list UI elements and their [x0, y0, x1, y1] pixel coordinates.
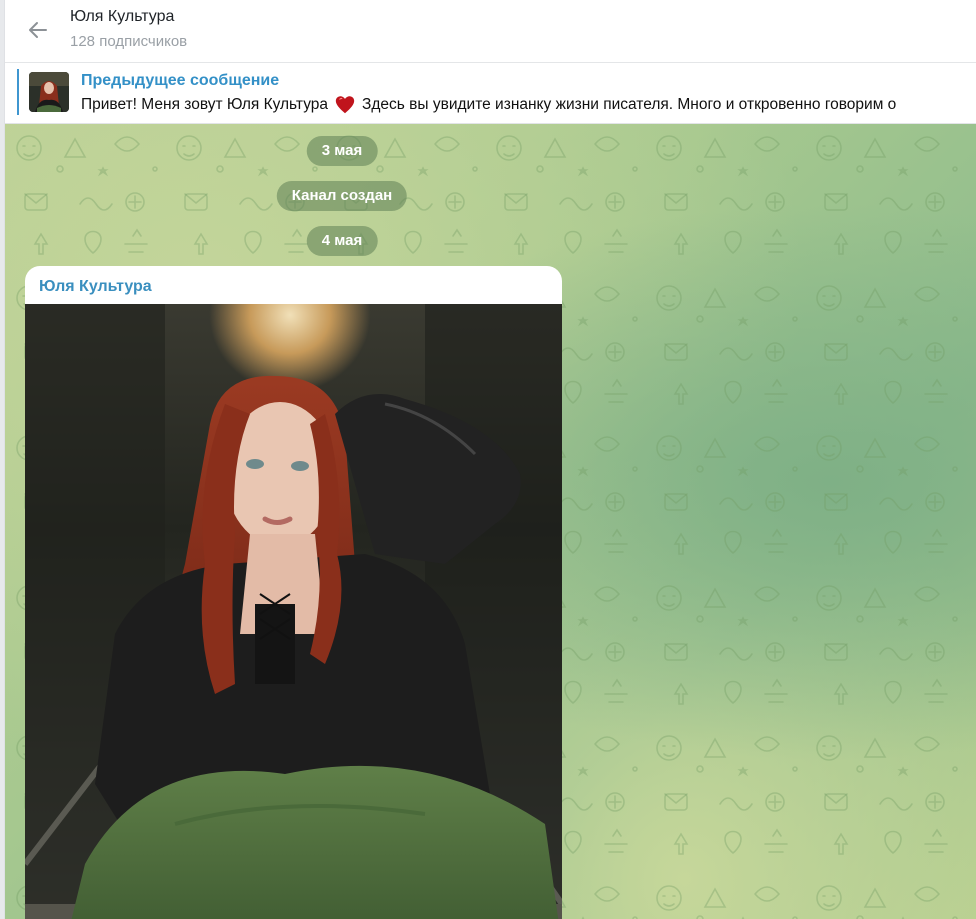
channel-title[interactable]: Юля Культура: [70, 8, 174, 26]
post-photo[interactable]: [25, 304, 562, 919]
pinned-message-bar[interactable]: Предыдущее сообщение Привет! Меня зовут …: [5, 63, 976, 124]
chat-background: 3 мая Канал создан 4 мая Юля Культура: [5, 124, 976, 919]
chat-header: Юля Культура 128 подписчиков: [5, 0, 976, 63]
photo-illustration: [25, 304, 562, 919]
pinned-accent-line: [17, 69, 19, 115]
window-left-edge: [0, 0, 5, 919]
arrow-left-icon: [29, 22, 47, 38]
back-button[interactable]: [22, 14, 54, 46]
pinned-text-end: Здесь вы увидите изнанку жизни писателя.…: [362, 96, 897, 113]
red-heart-icon: [334, 94, 356, 116]
telegram-channel-window: Юля Культура 128 подписчиков Предыдущее …: [0, 0, 976, 919]
post-author[interactable]: Юля Культура: [39, 278, 152, 296]
date-pill[interactable]: 3 мая: [306, 136, 378, 166]
date-pill[interactable]: 4 мая: [306, 226, 378, 256]
subscriber-count: 128 подписчиков: [70, 33, 188, 50]
channel-post[interactable]: Юля Культура: [25, 266, 562, 919]
pinned-thumbnail: [29, 72, 69, 112]
service-message-channel-created: Канал создан: [276, 181, 408, 211]
pinned-preview-text: Привет! Меня зовут Юля Культура Здесь вы…: [81, 94, 896, 116]
pinned-text-start: Привет! Меня зовут Юля Культура: [81, 96, 329, 113]
pinned-title: Предыдущее сообщение: [81, 72, 280, 89]
